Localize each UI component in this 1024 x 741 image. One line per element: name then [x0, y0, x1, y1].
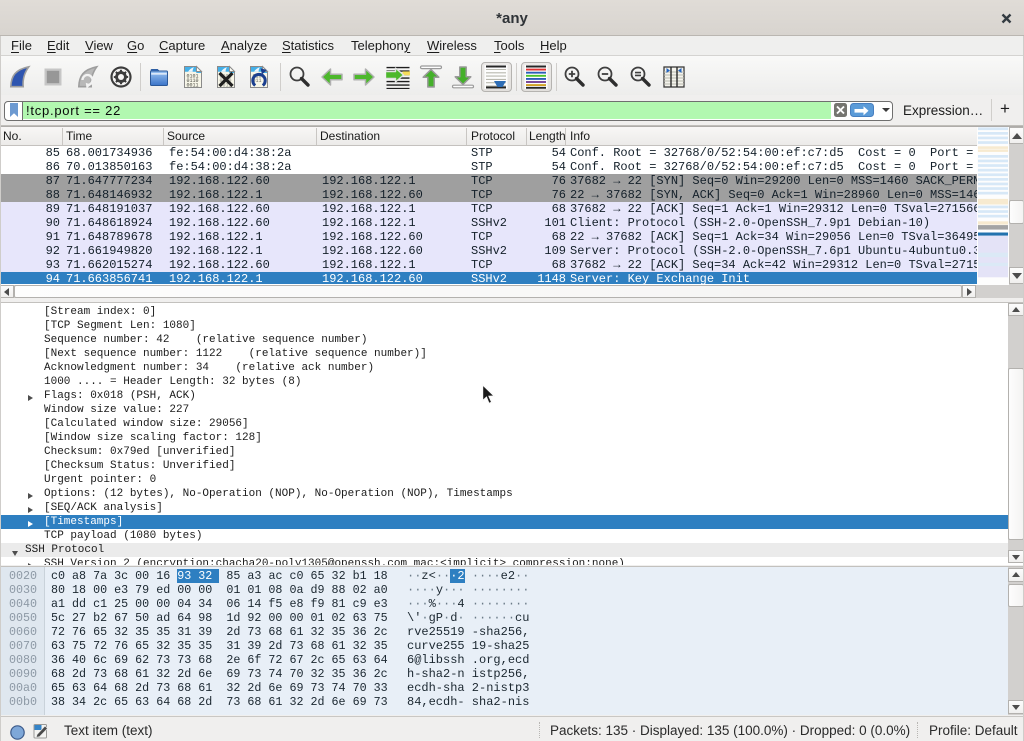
svg-text:0011: 0011 — [187, 83, 199, 89]
